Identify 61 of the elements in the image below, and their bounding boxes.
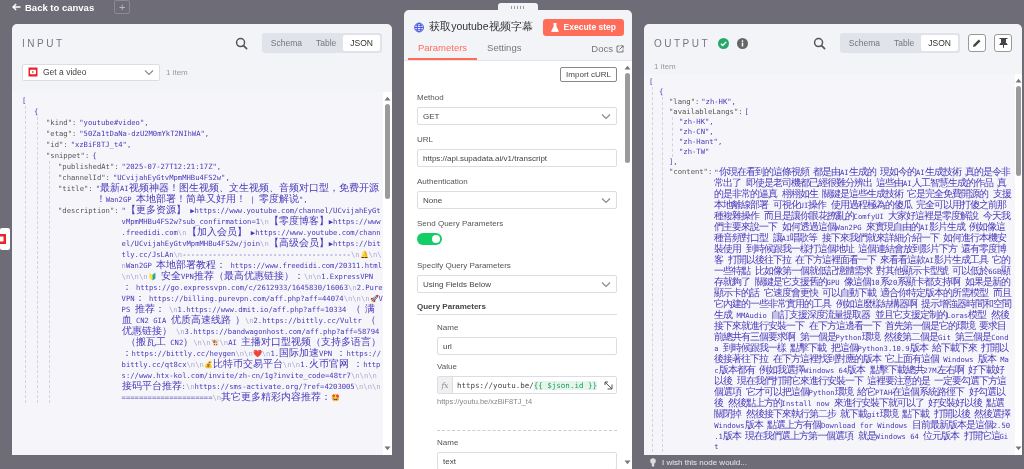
lightbulb-icon: [650, 457, 656, 467]
view-tab[interactable]: Schema: [841, 35, 887, 51]
scroll-down-icon[interactable]: [384, 446, 391, 451]
globe-icon: [414, 21, 425, 33]
docs-link[interactable]: Docs: [591, 43, 624, 60]
import-button[interactable]: Import cURL: [560, 67, 617, 82]
text-field[interactable]: url: [437, 337, 617, 355]
select-field[interactable]: None: [417, 191, 617, 209]
back-link[interactable]: Back to canvas: [12, 1, 95, 13]
text-field[interactable]: https://api.supadata.ai/v1/transcript: [417, 149, 617, 167]
drag-handle-icon[interactable]: [498, 3, 538, 11]
pin-icon: [998, 38, 1008, 48]
select-field[interactable]: GET: [417, 107, 617, 125]
expand-icon[interactable]: [604, 380, 613, 390]
view-tab[interactable]: Table: [887, 35, 922, 51]
feedback-text[interactable]: I wish this node would...: [662, 457, 747, 467]
scrollbar[interactable]: [383, 92, 392, 455]
section-heading: Query Parameters: [417, 302, 617, 315]
field-label: Value: [437, 361, 458, 373]
info-icon[interactable]: [737, 37, 749, 49]
scroll-down-icon[interactable]: [624, 460, 631, 465]
field-label: Specify Query Parameters: [417, 260, 512, 272]
field-label: Name: [437, 322, 460, 334]
field-label: Authentication: [417, 176, 469, 188]
scroll-up-icon[interactable]: [384, 96, 391, 101]
text-field[interactable]: text: [437, 452, 617, 469]
toggle-switch[interactable]: [417, 233, 442, 245]
caret-icon: [144, 68, 154, 76]
field-label: Method: [417, 92, 445, 104]
scroll-up-icon[interactable]: [624, 65, 631, 70]
view-tab[interactable]: Schema: [263, 35, 309, 51]
select-field[interactable]: Using Fields Below: [417, 275, 617, 293]
view-tab[interactable]: Table: [309, 35, 344, 51]
search-icon[interactable]: [812, 36, 826, 50]
field-label: URL: [417, 134, 434, 146]
external-link-icon: [616, 44, 624, 53]
item-count: 1 item: [653, 62, 677, 73]
caret-icon: [601, 112, 611, 120]
node-icon: [0, 228, 10, 250]
search-icon[interactable]: [234, 36, 248, 50]
panel-title: INPUT: [22, 37, 65, 49]
scrollbar[interactable]: [1015, 74, 1022, 455]
field-label: Send Query Parameters: [417, 218, 505, 230]
node-title: 获取youtube视频字幕: [429, 20, 533, 34]
flask-icon: [550, 22, 559, 32]
view-tab[interactable]: JSON: [343, 35, 380, 51]
back-arrow-icon: [12, 3, 21, 11]
view-tab[interactable]: JSON: [921, 35, 958, 51]
scroll-up-icon[interactable]: [1015, 78, 1022, 83]
pin-button[interactable]: [994, 34, 1012, 52]
caret-icon: [601, 196, 611, 204]
node-select[interactable]: Get a video: [22, 63, 160, 81]
pencil-icon: [972, 38, 982, 48]
panel-title: OUTPUT: [654, 37, 711, 49]
edit-button[interactable]: [968, 34, 986, 52]
field-label: Name: [437, 437, 460, 449]
item-count: 1 item: [166, 67, 188, 77]
node-tab[interactable]: Settings: [477, 42, 532, 60]
video-icon: [28, 67, 38, 77]
scroll-down-icon[interactable]: [1015, 446, 1022, 451]
caret-icon: [601, 280, 611, 288]
